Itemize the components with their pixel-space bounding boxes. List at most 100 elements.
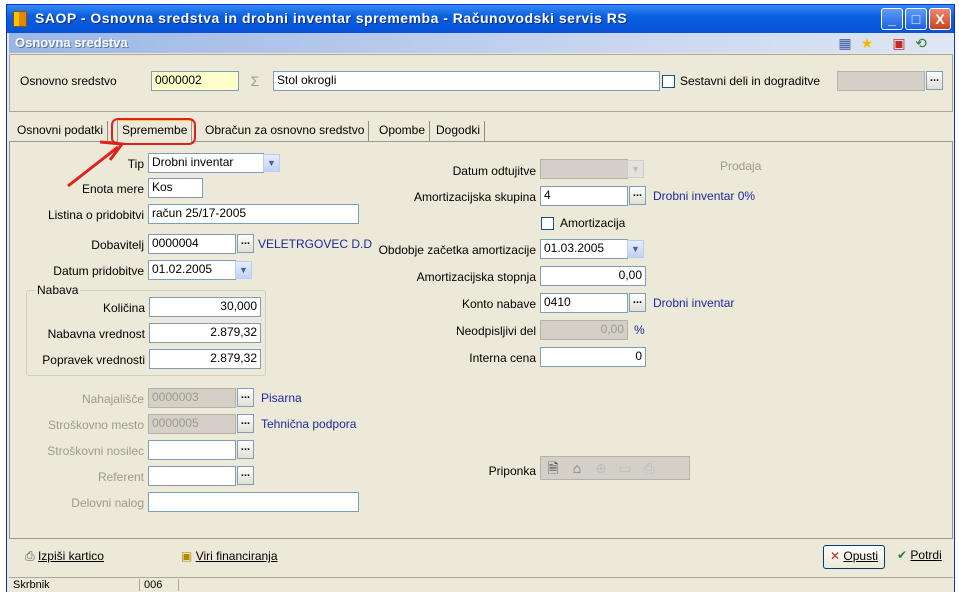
referent-field[interactable] xyxy=(148,466,236,486)
asset-name-field[interactable]: Stol okrogli xyxy=(273,71,660,91)
link-icon: ⊕ xyxy=(595,460,607,476)
tab-label: Dogodki xyxy=(436,123,481,137)
annotation-highlight-box xyxy=(111,118,196,145)
tip-label: Tip xyxy=(127,157,144,171)
disposal-date-field xyxy=(540,159,628,179)
bottom-toolbar: ⎙ Izpiši kartico ▣ Viri financiranja ✕ O… xyxy=(9,541,953,575)
tab-opombe[interactable]: Opombe xyxy=(375,121,431,141)
window-title: SAOP - Osnovna sredstva in drobni invent… xyxy=(35,10,628,26)
referent-lookup-button[interactable]: ... xyxy=(237,466,254,485)
status-bar: Skrbnik 006 xyxy=(9,577,953,593)
sigma-icon[interactable]: Σ xyxy=(247,73,263,89)
tab-label: Obračun za osnovno sredstvo xyxy=(205,123,365,137)
location-label: Nahajališče xyxy=(81,392,144,406)
asset-code-field[interactable]: 0000002 xyxy=(151,71,239,91)
depreciation-group-label: Amortizacijska skupina xyxy=(413,190,536,204)
acquisition-date-dropdown-icon[interactable]: ▼ xyxy=(235,261,252,279)
components-checkbox[interactable] xyxy=(662,75,675,88)
attachment-toolbar: 🗎 ⌂ ⊕ ▭ ⎙ xyxy=(540,456,690,480)
document-field[interactable]: račun 25/17-2005 xyxy=(148,204,359,224)
depreciation-group-name: Drobni inventar 0% xyxy=(653,189,756,203)
depreciation-group-lookup-button[interactable]: ... xyxy=(629,186,646,205)
tab-label: Osnovni podatki xyxy=(17,123,104,137)
non-depreciable-unit: % xyxy=(634,323,645,337)
financing-sources-button[interactable]: ▣ Viri financiranja xyxy=(175,546,284,570)
title-bar[interactable]: SAOP - Osnovna sredstva in drobni invent… xyxy=(7,5,954,33)
depreciation-start-label: Obdobje začetka amortizacije xyxy=(378,243,536,257)
non-depreciable-label: Neodpisljivi del xyxy=(455,324,536,338)
internal-price-field[interactable]: 0 xyxy=(540,347,646,367)
acquisition-date-label: Datum pridobitve xyxy=(53,264,144,278)
printer-icon: ⎙ xyxy=(25,549,35,563)
depreciation-start-dropdown-icon[interactable]: ▼ xyxy=(627,240,644,258)
purchase-account-lookup-button[interactable]: ... xyxy=(629,293,646,312)
refresh-icon[interactable]: ⟲ xyxy=(913,35,929,51)
cost-center-lookup-button[interactable]: ... xyxy=(237,414,254,433)
document-label: Listina o pridobitvi xyxy=(47,208,144,222)
purchase-account-field[interactable]: 0410 xyxy=(540,293,628,313)
supplier-code-field[interactable]: 0000004 xyxy=(148,234,236,254)
components-lookup-button[interactable]: ... xyxy=(926,71,943,90)
print-card-label: Izpiši kartico xyxy=(37,549,104,563)
document-close-icon[interactable]: ▣ xyxy=(891,35,907,51)
purchase-value-field[interactable]: 2.879,32 xyxy=(149,323,261,343)
close-button[interactable]: X xyxy=(929,8,951,30)
unit-label: Enota mere xyxy=(81,182,144,196)
main-window: SAOP - Osnovna sredstva in drobni invent… xyxy=(6,4,955,592)
quantity-field[interactable]: 30,000 xyxy=(149,297,261,317)
cancel-button[interactable]: ✕ Opusti xyxy=(823,545,886,569)
money-icon: ▣ xyxy=(181,549,193,563)
cancel-label: Opusti xyxy=(843,549,879,563)
cost-carrier-field[interactable] xyxy=(148,440,236,460)
depreciation-start-field[interactable]: 01.03.2005 xyxy=(540,239,628,259)
financing-sources-label: Viri financiranja xyxy=(195,549,278,563)
purchase-account-label: Konto nabave xyxy=(461,297,536,311)
module-header: Osnovna sredstva ▦ ★ ▣ ⟲ xyxy=(9,33,953,53)
tab-dogodki[interactable]: Dogodki xyxy=(432,121,486,141)
grid-icon[interactable]: ▦ xyxy=(837,35,853,51)
tip-select[interactable]: Drobni inventar xyxy=(148,153,264,173)
status-user: Skrbnik xyxy=(13,579,50,591)
depreciation-rate-field[interactable]: 0,00 xyxy=(540,266,646,286)
asset-header-panel: Osnovno sredstvo 0000002 Σ Stol okrogli … xyxy=(9,54,953,112)
new-attachment-icon[interactable]: 🗎 xyxy=(545,460,561,476)
maximize-button[interactable]: □ xyxy=(905,8,927,30)
tab-osnovni-podatki[interactable]: Osnovni podatki xyxy=(13,121,109,141)
app-icon xyxy=(13,11,27,27)
depreciation-rate-label: Amortizacijska stopnja xyxy=(416,270,536,284)
cost-carrier-label: Stroškovni nosilec xyxy=(47,444,144,458)
location-lookup-button[interactable]: ... xyxy=(237,388,254,407)
star-icon[interactable]: ★ xyxy=(859,35,875,51)
components-field xyxy=(837,71,925,91)
status-code: 006 xyxy=(139,579,179,591)
depreciation-checkbox[interactable] xyxy=(541,217,554,230)
disposal-date-dropdown-icon: ▼ xyxy=(627,160,644,178)
components-label: Sestavni deli in dograditve xyxy=(680,74,821,88)
internal-price-label: Interna cena xyxy=(469,351,536,365)
confirm-button[interactable]: ✔ Potrdi xyxy=(891,545,948,569)
supplier-lookup-button[interactable]: ... xyxy=(237,234,254,253)
adjustment-field[interactable]: 2.879,32 xyxy=(149,349,261,369)
adjustment-label: Popravek vrednosti xyxy=(42,353,145,367)
tip-dropdown-icon[interactable]: ▼ xyxy=(263,154,280,172)
disposal-date-label: Datum odtujitve xyxy=(452,164,536,178)
cost-carrier-lookup-button[interactable]: ... xyxy=(237,440,254,459)
depreciation-group-field[interactable]: 4 xyxy=(540,186,628,206)
work-order-field[interactable] xyxy=(148,492,359,512)
unit-field[interactable]: Kos xyxy=(148,178,203,198)
print-attachment-icon: ⎙ xyxy=(643,460,655,476)
sale-label: Prodaja xyxy=(720,159,762,173)
nabava-title: Nabava xyxy=(35,283,81,297)
tab-panel: Tip Drobni inventar ▼ Enota mere Kos Lis… xyxy=(9,141,953,539)
referent-label: Referent xyxy=(97,470,144,484)
asset-label: Osnovno sredstvo xyxy=(20,74,117,88)
acquisition-date-field[interactable]: 01.02.2005 xyxy=(148,260,236,280)
folder-icon: ▭ xyxy=(618,460,632,476)
tab-obracun[interactable]: Obračun za osnovno sredstvo xyxy=(201,121,370,141)
minimize-button[interactable]: _ xyxy=(881,8,903,30)
depreciation-label: Amortizacija xyxy=(560,216,626,230)
print-card-button[interactable]: ⎙ Izpiši kartico xyxy=(19,546,110,570)
module-title: Osnovna sredstva xyxy=(15,35,128,50)
cancel-icon: ✕ xyxy=(830,549,841,563)
nabava-groupbox: Nabava Količina 30,000 Nabavna vrednost … xyxy=(26,283,266,376)
